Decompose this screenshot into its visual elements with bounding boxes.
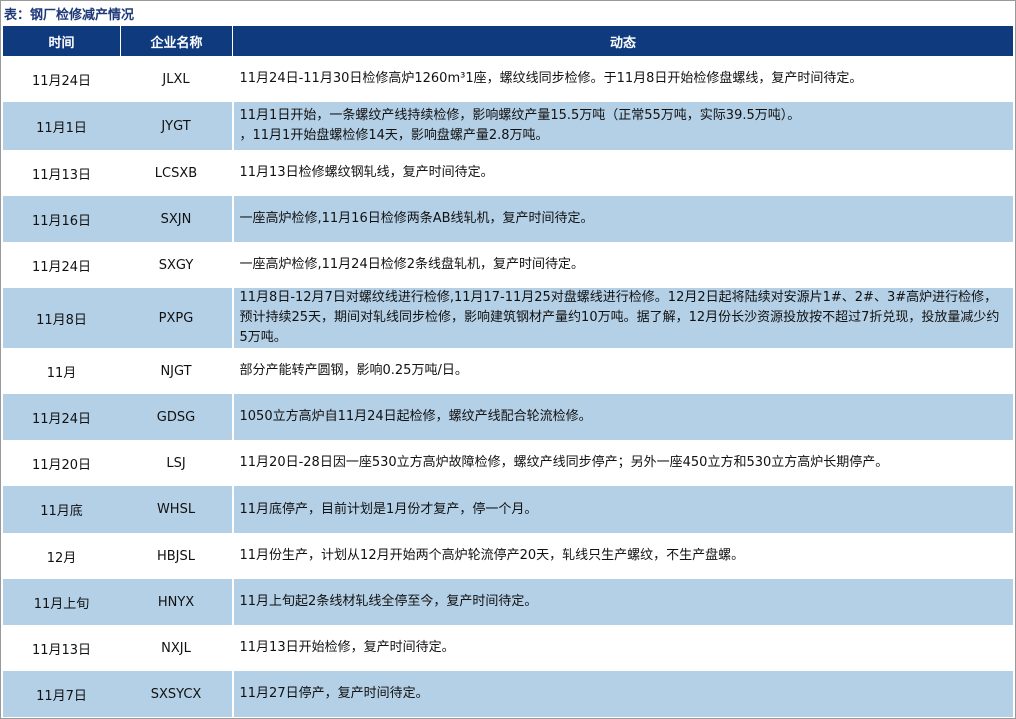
row-time: 11月24日 (2, 394, 121, 440)
table-row: 11月24日 JLXL 11月24日-11月30日检修高炉1260m³1座，螺纹线同… (3, 56, 1013, 102)
row-time: 11月13日 (31, 642, 92, 658)
row-time: 11月上旬 (2, 579, 121, 625)
table-row: 11月16日 SXJN 一座高炉检修,11月16日检修两条AB线轧机，复产时间待定。 (2, 196, 1013, 242)
row-time: 11月16日 (2, 196, 121, 242)
row-company: SXGY (158, 257, 194, 273)
row-status: 11月27日停产，复产时间待定。 (231, 671, 1013, 717)
row-status: 11月13日开始检修，复产时间待定。 (231, 625, 1013, 671)
row-status: 一座高炉检修,11月16日检修两条AB线轧机，复产时间待定。 (231, 196, 1013, 242)
table-row: 11月24日 GDSG 1050立方高炉自11月24日起检修，螺纹产线配合轮流检修。 (2, 394, 1013, 440)
row-status: 11月13日检修螺纹钢轧线，复产时间待定。 (231, 150, 1013, 196)
row-time: 11月底 (2, 486, 121, 533)
row-status: 11月底停产，目前计划是1月份才复产，停一个月。 (231, 486, 1013, 533)
row-time: 11月20日 (31, 457, 92, 473)
row-time: 11月8日 (2, 288, 121, 348)
row-company: HBJSL (156, 548, 196, 564)
header-company: 企业名称 (120, 26, 233, 56)
row-time: 11月 (46, 365, 77, 381)
row-company: GDSG (120, 394, 233, 440)
row-company: PXPG (120, 288, 233, 348)
row-company: SXSYCX (120, 671, 233, 717)
row-status: 11月8日-12月7日对螺纹线进行检修,11月17-11月25对盘螺线进行检修。… (231, 288, 1013, 348)
header-row: 时间 企业名称 动态 (2, 26, 1013, 56)
maintenance-table: 时间 企业名称 动态 11月24日 JLXL 11月24日-11月30日检修高炉12… (2, 26, 1013, 717)
row-company: JYGT (120, 102, 233, 150)
table-row: 11月20日 LSJ 11月20日-28日因一座530立方高炉故障检修，螺纹产线同步… (3, 440, 1013, 486)
row-time: 11月1日 (2, 102, 121, 150)
row-time: 12月 (46, 550, 77, 566)
row-status: 11月1日开始，一条螺纹产线持续检修，影响螺纹产量15.5万吨（正常55万吨，实… (231, 102, 1013, 150)
row-status: 11月上旬起2条线材轧线全停至今，复产时间待定。 (231, 579, 1013, 625)
row-status: 11月24日-11月30日检修高炉1260m³1座，螺纹线同步检修。于11月8日… (231, 56, 1013, 102)
row-company: HNYX (120, 579, 233, 625)
header-status: 动态 (232, 26, 1013, 56)
row-company: LSJ (166, 455, 186, 471)
table-row: 11月24日 SXGY 一座高炉检修,11月24日检修2条线盘轧机，复产时间待定。 (3, 242, 1013, 288)
row-time: 11月24日 (31, 259, 92, 275)
table-row: 11月13日 LCSXB 11月13日检修螺纹钢轧线，复产时间待定。 (3, 150, 1013, 196)
table-row: 11月7日 SXSYCX 11月27日停产，复产时间待定。 (2, 671, 1013, 717)
row-status: 部分产能转产圆钢，影响0.25万吨/日。 (231, 348, 1013, 394)
row-status: 一座高炉检修,11月24日检修2条线盘轧机，复产时间待定。 (231, 242, 1013, 288)
table-row: 12月 HBJSL 11月份生产，计划从12月开始两个高炉轮流停产20天，轧线只生产… (3, 533, 1013, 579)
row-company: NXJL (161, 640, 191, 656)
row-company: NJGT (160, 363, 192, 379)
row-company: JLXL (162, 71, 190, 87)
header-time: 时间 (2, 26, 121, 56)
table-row: 11月8日 PXPG 11月8日-12月7日对螺纹线进行检修,11月17-11月25… (2, 288, 1013, 348)
table-row: 11月底 WHSL 11月底停产，目前计划是1月份才复产，停一个月。 (2, 486, 1013, 533)
row-company: WHSL (120, 486, 233, 533)
row-company: LCSXB (154, 165, 198, 181)
row-status: 1050立方高炉自11月24日起检修，螺纹产线配合轮流检修。 (231, 394, 1013, 440)
table-row: 11月1日 JYGT 11月1日开始，一条螺纹产线持续检修，影响螺纹产量15.5万吨… (2, 102, 1013, 150)
table-row: 11月13日 NXJL 11月13日开始检修，复产时间待定。 (3, 625, 1013, 671)
table-title: 表：钢厂检修减产情况 (4, 8, 135, 23)
table-row: 11月 NJGT 部分产能转产圆钢，影响0.25万吨/日。 (3, 348, 1013, 394)
row-time: 11月13日 (31, 167, 92, 183)
row-status: 11月份生产，计划从12月开始两个高炉轮流停产20天，轧线只生产螺纹，不生产盘螺… (231, 533, 1013, 579)
row-time: 11月7日 (2, 671, 121, 717)
row-time: 11月24日 (31, 73, 92, 89)
table-row: 11月上旬 HNYX 11月上旬起2条线材轧线全停至今，复产时间待定。 (2, 579, 1013, 625)
row-status: 11月20日-28日因一座530立方高炉故障检修，螺纹产线同步停产；另外一座45… (231, 440, 1013, 486)
row-company: SXJN (120, 196, 233, 242)
